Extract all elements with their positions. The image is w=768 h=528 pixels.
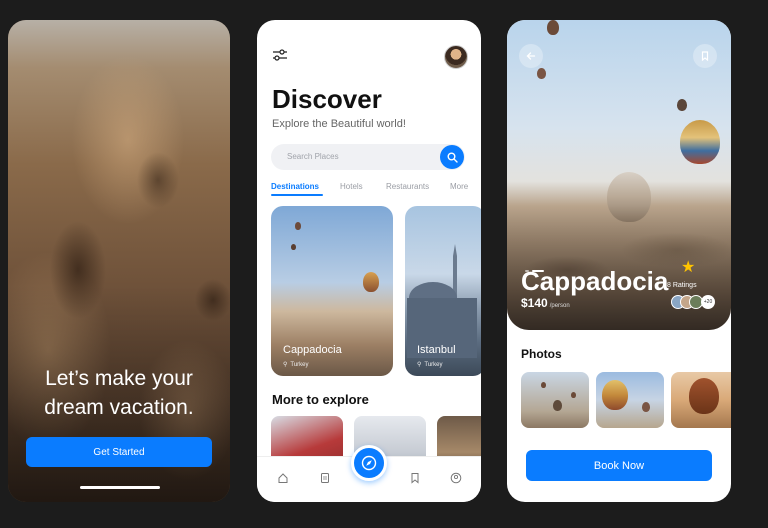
balloon-image: [295, 222, 301, 230]
place-name: Cappadocia: [283, 344, 342, 356]
compass-button[interactable]: [351, 445, 387, 481]
detail-screen: Cappadocia $140/person ★ 8 Ratings +20 P…: [507, 20, 731, 502]
document-icon[interactable]: [319, 472, 331, 484]
search-bar: Search Places: [271, 144, 465, 170]
home-indicator: [80, 486, 160, 489]
more-reviewers-badge: +20: [701, 295, 715, 309]
section-title: Photos: [521, 347, 562, 361]
search-icon: [447, 152, 458, 163]
tab-more[interactable]: More: [450, 182, 468, 191]
bookmark-icon: [701, 51, 709, 61]
tab-hotels[interactable]: Hotels: [340, 182, 363, 191]
price: $140/person: [521, 296, 570, 310]
book-now-button[interactable]: Book Now: [526, 450, 712, 481]
page-title: Discover: [272, 84, 382, 114]
category-tabs: Destinations Hotels Restaurants More: [271, 182, 471, 198]
discover-screen: Discover Explore the Beautiful world! Se…: [257, 20, 481, 502]
active-tab-indicator: [271, 194, 323, 196]
reviewer-avatars[interactable]: +20: [671, 295, 715, 309]
place-location: ⚲ Turkey: [283, 362, 309, 368]
ratings-count: 8 Ratings: [667, 282, 697, 289]
get-started-button[interactable]: Get Started: [26, 437, 212, 467]
star-icon: ★: [681, 259, 696, 276]
place-location: ⚲ Turkey: [417, 362, 443, 368]
onboarding-screen: Let’s make your dream vacation. Get Star…: [8, 20, 230, 502]
place-card-istanbul[interactable]: Istanbul ⚲ Turkey: [405, 206, 481, 376]
place-name: Istanbul: [417, 344, 456, 356]
photo-thumbnail[interactable]: [521, 372, 589, 428]
profile-icon[interactable]: [450, 472, 462, 484]
avatar[interactable]: [444, 45, 468, 69]
place-card-cappadocia[interactable]: Cappadocia ⚲ Turkey: [271, 206, 393, 376]
bookmark-icon[interactable]: [409, 472, 421, 484]
section-title: More to explore: [272, 392, 369, 407]
compass-icon: [361, 455, 377, 471]
onboarding-headline: Let’s make your dream vacation.: [44, 367, 194, 419]
place-title: Cappadocia: [521, 266, 669, 296]
search-input[interactable]: Search Places: [287, 152, 339, 161]
tab-restaurants[interactable]: Restaurants: [386, 182, 429, 191]
bookmark-button[interactable]: [693, 44, 717, 68]
search-button[interactable]: [440, 145, 464, 169]
arrow-left-icon: [526, 52, 536, 60]
page-subtitle: Explore the Beautiful world!: [272, 118, 406, 130]
photo-thumbnail[interactable]: [671, 372, 731, 428]
photo-thumbnail[interactable]: [596, 372, 664, 428]
back-button[interactable]: [519, 44, 543, 68]
home-icon[interactable]: [277, 472, 289, 484]
pin-icon: ⚲: [283, 362, 288, 368]
tab-destinations[interactable]: Destinations: [271, 182, 319, 191]
pin-icon: ⚲: [417, 362, 422, 368]
bottom-nav: [257, 445, 481, 502]
filter-icon[interactable]: [272, 49, 288, 61]
